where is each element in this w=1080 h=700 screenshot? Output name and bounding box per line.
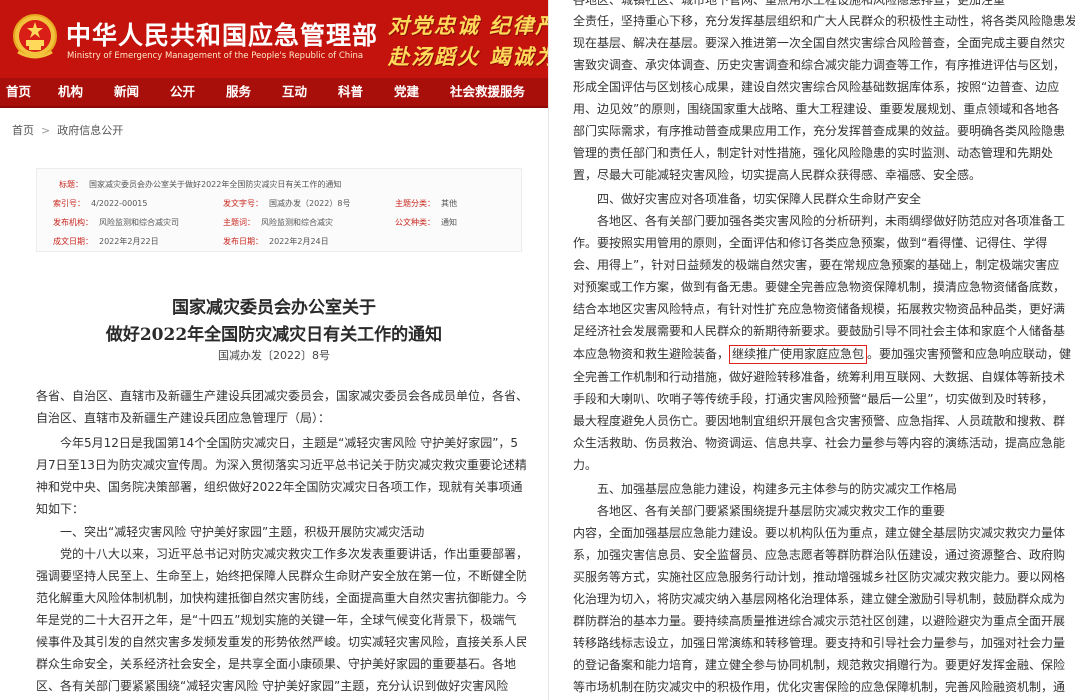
nav-item-rescue[interactable]: 社会救援服务 <box>450 78 525 106</box>
right-text-line: 的登记备案和能力培育，建立健全参与协同机制，规范救灾捐赠行为。要更好发挥金融、保… <box>573 658 1066 672</box>
meta-publish-date: 发布日期： 2022年2月24日 <box>223 237 329 246</box>
right-text-line: 管理的责任部门和责任人，制定针对性措施，强化风险隐患的实时监测、动态管理和先期处 <box>573 146 1054 160</box>
meta-doc-number: 发文字号： 国减办发（2022）8号 <box>223 199 351 208</box>
right-text-line: 足经济社会发展需要和人民群众的新期待新要求。要鼓励引导不同社会主体和家庭个人储备… <box>573 324 1066 338</box>
right-text-line: 现在基层、解决在基层。要深入推进第一次全国自然灾害综合风险普查，全面完成主要自然… <box>573 36 1066 50</box>
left-text-line: 今年5月12日是我国第14个全国防灾减灾日，主题是“减轻灾害风险 守护美好家园”… <box>36 436 519 450</box>
right-text-line: 各地区、城镇社区、城市地下管网、重点用水工程设施和风险隐患排查，更加注重 <box>573 0 1006 7</box>
document-title-line-2: 做好2022年全国防灾减灾日有关工作的通知 <box>105 325 443 345</box>
right-text-line: 全完善工作机制和行动措施，做好避险转移准备，统筹利用互联网、大数据、自媒体等新技… <box>573 370 1066 384</box>
highlight-after: 。要加强灾害预警和应急响应联动，健 <box>867 347 1072 361</box>
left-section-heading: 一、突出“减轻灾害风险 守护美好家园”主题，积极开展防灾减灾活动 <box>36 525 425 539</box>
nav-item-science[interactable]: 科普 <box>338 78 363 106</box>
left-text-line: 强调要坚持人民至上、生命至上，始终把保障人民群众生命财产安全放在第一位，不断健全… <box>36 569 526 583</box>
breadcrumb-home[interactable]: 首页 <box>12 124 34 137</box>
left-text-line: 知如下： <box>36 502 85 516</box>
left-page-panel: 中华人民共和国应急管理部 Ministry of Emergency Manag… <box>0 0 548 700</box>
right-text-line: 众生活救助、伤员救治、物资调运、信息共享、社会力量参与等内容的演练活动，提高应急… <box>573 436 1066 450</box>
left-text-line: 年是党的二十大召开之年，是“十四五”规划实施的关键一年，全球气候变化背景下，极端… <box>36 613 517 627</box>
right-text-line: 用、边见效”的原则，围绕国家重大战略、重大工程建设、重要发展规划、重点领域和各地… <box>573 102 1060 116</box>
right-text-line: 部门实际需求，有序推动普查成果应用工作，充分发挥普查成果的效益。要明确各类风险隐… <box>573 124 1066 138</box>
meta-written-date: 成文日期： 2022年2月22日 <box>53 237 159 246</box>
meta-org: 发布机构： 风险监测和综合减灾司 <box>53 218 179 227</box>
slogan-line-1: 对党忠诚 纪律严明 <box>388 13 548 38</box>
left-text-line: 党的十八大以来，习近平总书记对防灾减灾救灾工作多次发表重要讲话，作出重要部署， <box>36 547 526 561</box>
nav-item-organization[interactable]: 机构 <box>58 78 83 106</box>
nav-item-news[interactable]: 新闻 <box>114 78 139 106</box>
right-text-line: 各地区、各有关部门要加强各类灾害风险的分析研判，未雨绸缪做好防范应对各项准备工 <box>573 214 1066 228</box>
meta-keywords: 主题词： 风险监测和综合减灾 <box>223 218 333 227</box>
meta-topic: 主题分类： 其他 <box>395 199 457 208</box>
left-text-line: 神和党中央、国务院决策部署，组织做好2022年全国防灾减灾日各项工作，现就有关事… <box>36 480 523 494</box>
meta-doc-type: 公文种类： 通知 <box>395 218 457 227</box>
nav-item-interaction[interactable]: 互动 <box>282 78 307 106</box>
right-text-line: 等市场机制在防灾减灾中的积极作用，优化灾害保险的应急保障机制，完善风险融资机制，… <box>573 680 1066 694</box>
left-text-line: 候事件及其引发的自然灾害多发频发重发的形势依然严峻。切实减轻灾害风险，直接关系人… <box>36 635 526 649</box>
nav-item-public[interactable]: 公开 <box>170 78 195 106</box>
right-section-heading: 五、加强基层应急能力建设，构建多元主体参与的防灾减灾工作格局 <box>573 482 958 496</box>
right-text-line: 手段和大喇叭、吹哨子等传统手段，打通灾害风险预警“最后一公里”，切实做到及时转移… <box>573 392 1054 406</box>
breadcrumb: 首页 > 政府信息公开 <box>12 122 123 138</box>
national-emblem-icon <box>13 14 57 59</box>
right-text-line-highlighted: 本应急物资和救生避险装备， 继续推广使用家庭应急包 。要加强灾害预警和应急响应联动，… <box>573 345 1075 364</box>
site-banner: 中华人民共和国应急管理部 Ministry of Emergency Manag… <box>0 0 548 78</box>
meta-title: 标题： 国家减灾委员会办公室关于做好2022年全国防灾减灾日有关工作的通知 <box>59 180 342 189</box>
right-page-panel: 各地区、城镇社区、城市地下管网、重点用水工程设施和风险隐患排查，更加注重 全责任… <box>548 0 1080 700</box>
slogan-line-2: 赴汤蹈火 竭诚为民 <box>388 44 548 69</box>
left-text-line: 自治区、直辖市及新疆生产建设兵团应急管理厅（局）： <box>36 411 331 425</box>
right-text-line: 会、用得上”，针对日益频发的极端自然灾害，要在常规应急预案的基础上，制定极端灾害… <box>573 258 1060 272</box>
right-text-line: 形成全国评估与区划核心成果，建设自然灾害综合风险基础数据库体系，按照“边普查、边… <box>573 80 1060 94</box>
meta-index: 索引号： 4/2022-00015 <box>53 199 148 208</box>
left-text-line: 各省、自治区、直辖市及新疆生产建设兵团减灾委员会，国家减灾委员会各成员单位，各省… <box>36 389 526 403</box>
left-text-line: 月7日至13日为防灾减灾宣传周。为深入贯彻落实习近平总书记关于防灾减灾救灾重要论… <box>36 458 526 472</box>
left-text-line: 范化解重大风险体制机制，加快构建抵御自然灾害防线，全面提高重大自然灾害抗御能力。… <box>36 591 526 605</box>
right-text-line: 买服务等方式，实施社区应急服务行动计划，推动增强城乡社区防灾减灾救灾能力。要以网… <box>573 570 1066 584</box>
highlight-before: 本应急物资和救生避险装备， <box>573 347 730 361</box>
right-text-line: 力。 <box>573 458 598 472</box>
right-text-line: 系，加强灾害信息员、安全监督员、应急志愿者等群防群治队伍建设，通过资源整合、政府… <box>573 548 1066 562</box>
nav-item-service[interactable]: 服务 <box>226 78 251 106</box>
right-text-line: 置，尽最大可能减轻灾害风险，切实提高人民群众获得感、幸福感、安全感。 <box>573 168 982 182</box>
right-text-line: 群防群治的基本力量。要持续高质量推进综合减灾示范社区创建，以避险避灾为重点全面开… <box>573 614 1066 628</box>
right-text-line: 化治理为切入，将防灾减灾纳入基层网格化治理体系，建立健全激励引导机制，鼓励群众成… <box>573 592 1066 606</box>
nav-item-party[interactable]: 党建 <box>394 78 419 106</box>
right-section-heading: 四、做好灾害应对各项准备，切实保障人民群众生命财产安全 <box>573 192 922 206</box>
right-text-line: 对预案或工作方案，做到有备无患。要健全完善应急物资保障机制，摸清应急物资储备底数… <box>573 280 1066 294</box>
right-text-line: 转移路线标志设立，加强日常演练和转移管理。要支持和引导社会力量参与，加强对社会力… <box>573 636 1066 650</box>
left-text-line: 群众生命安全，关系经济社会安全，是共享全面小康硕果、守护美好家园的重要基石。各地 <box>36 657 517 671</box>
right-text-line: 各地区、各有关部门要紧紧围绕提升基层防灾减灾救灾工作的重要 <box>573 504 946 518</box>
ministry-name-cn: 中华人民共和国应急管理部 <box>66 21 379 50</box>
right-text-line: 作。要按照实用管用的原则，全面评估和修订各类应急预案，做到“看得懂、记得住、学得 <box>573 236 1048 250</box>
highlight-box: 继续推广使用家庭应急包 <box>729 345 868 364</box>
right-text-line: 结合本地区灾害风险特点，有针对性扩充应急物资储备规模，拓展救灾物资品种品类，更好… <box>573 302 1066 316</box>
ministry-name-en: Ministry of Emergency Management of the … <box>67 51 364 61</box>
nav-item-home[interactable]: 首页 <box>6 78 31 106</box>
right-text-line: 害致灾调查、承灾体调查、历史灾害调查和综合减灾能力调查等工作，有序推进评估与区划… <box>573 58 1066 72</box>
document-meta-box: 标题： 国家减灾委员会办公室关于做好2022年全国防灾减灾日有关工作的通知 索引号… <box>36 168 522 252</box>
breadcrumb-current[interactable]: 政府信息公开 <box>57 124 123 137</box>
left-text-line: 区、各有关部门要紧紧围绕“减轻灾害风险 守护美好家园”主题，充分认识到做好灾害风… <box>36 679 509 693</box>
right-text-line: 最大程度避免人员伤亡。要因地制宜组织开展包含灾害预警、应急指挥、人员疏散和搜救、… <box>573 414 1066 428</box>
document-number: 国减办发〔2022〕8号 <box>218 349 330 362</box>
document-title-line-1: 国家减灾委员会办公室关于 <box>172 298 376 318</box>
breadcrumb-separator: > <box>41 124 51 137</box>
right-text-line: 全责任，坚持重心下移，充分发挥基层组织和广大人民群众的积极性主动性，将各类风险隐… <box>573 14 1075 28</box>
main-nav: 首页 机构 新闻 公开 服务 互动 科普 党建 社会救援服务 <box>0 78 548 108</box>
right-text-line: 内容，全面加强基层应急能力建设。要以机构队伍为重点，建立健全基层防灾减灾救灾力量… <box>573 526 1066 540</box>
